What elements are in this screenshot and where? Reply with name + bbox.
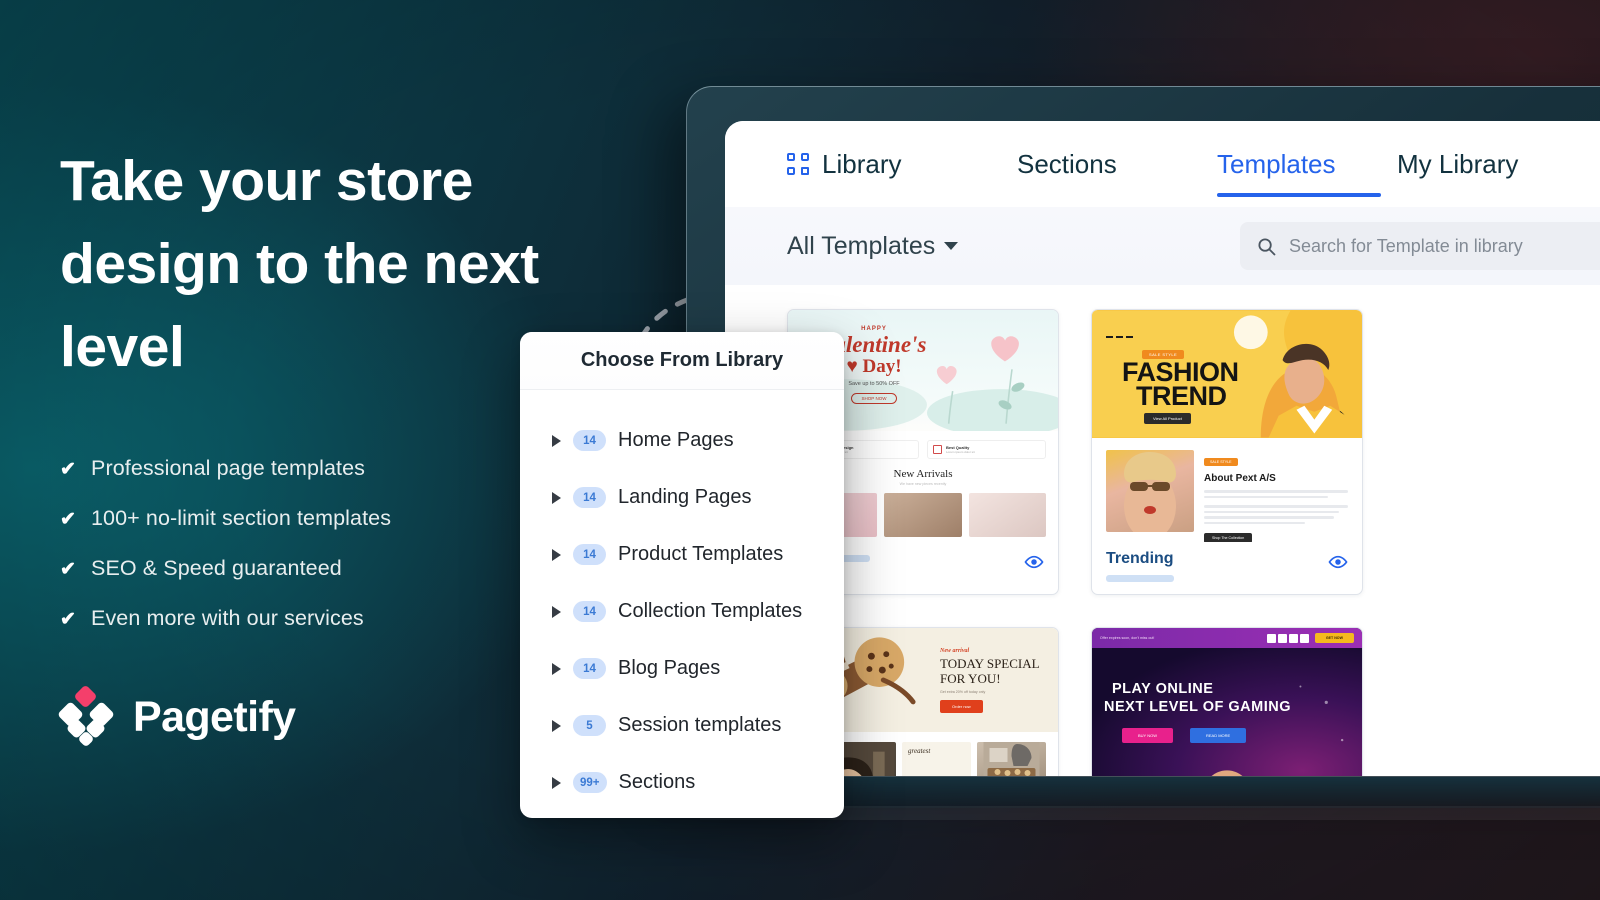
pagetify-logo-icon: [57, 684, 115, 748]
chevron-right-icon: [552, 605, 561, 618]
popup-category-item[interactable]: 14 Product Templates: [552, 526, 844, 583]
tab-sections[interactable]: Sections: [1017, 149, 1217, 180]
count-badge: 99+: [573, 772, 607, 793]
app-toolbar: All Templates: [725, 207, 1600, 285]
template-title: Trending: [1106, 550, 1174, 567]
popup-category-item[interactable]: 14 Collection Templates: [552, 583, 844, 640]
grid-icon: [787, 153, 809, 175]
tab-label: Library: [822, 148, 902, 179]
feature-list: ✔ Professional page templates ✔ 100+ no-lim…: [60, 455, 580, 633]
popup-category-label: Blog Pages: [618, 657, 721, 679]
popup-category-item[interactable]: 99+ Sections: [552, 754, 844, 811]
chevron-right-icon: [552, 434, 561, 447]
count-badge: 5: [573, 715, 606, 736]
popup-category-label: Collection Templates: [618, 600, 803, 622]
feature-item: ✔ 100+ no-limit section templates: [60, 505, 580, 533]
tab-label: Templates: [1217, 148, 1336, 179]
feature-item: ✔ SEO & Speed guaranteed: [60, 555, 580, 583]
page-title: Take your store design to the next level: [60, 149, 539, 379]
template-thumbnail[interactable]: Offer expires soon, don't miss out! GET N…: [1092, 628, 1362, 776]
thumb-fashion: SALE STYLE FASHION TREND View All Product SA…: [1092, 310, 1362, 542]
popup-category-item[interactable]: 14 Blog Pages: [552, 640, 844, 697]
popup-category-label: Sections: [618, 771, 696, 793]
popup-category-item[interactable]: 14 Home Pages: [552, 412, 844, 469]
check-icon: ✔: [60, 559, 77, 580]
check-icon: ✔: [60, 459, 77, 480]
chevron-right-icon: [552, 719, 561, 732]
feature-item: ✔ Professional page templates: [60, 455, 580, 483]
choose-from-library-popup: Choose From Library 14 Home Pages 14 Landin…: [520, 332, 844, 818]
chevron-down-icon: [944, 242, 959, 250]
tab-library[interactable]: Library: [787, 149, 1017, 180]
app-navbar: Library Sections Templates My Library: [725, 121, 1600, 207]
popup-category-label: Home Pages: [618, 429, 734, 451]
tab-my-library[interactable]: My Library: [1397, 149, 1518, 180]
feature-label: SEO & Speed guaranteed: [91, 556, 342, 580]
template-grid: HAPPY Valentine's ♥ Day! Save up to 50% OFF…: [725, 285, 1600, 776]
popup-category-label: Landing Pages: [618, 486, 752, 508]
template-card[interactable]: SALE STYLE FASHION TREND View All Product SA…: [1091, 309, 1363, 595]
chevron-right-icon: [552, 776, 561, 789]
feature-label: Professional page templates: [91, 456, 366, 480]
filter-label: All Templates: [787, 231, 936, 260]
count-badge: 14: [573, 544, 606, 565]
search-box[interactable]: [1240, 222, 1600, 270]
count-badge: 14: [573, 658, 606, 679]
popup-category-label: Product Templates: [618, 543, 784, 565]
feature-item: ✔ Even more with our services: [60, 605, 580, 633]
eye-icon[interactable]: [1024, 552, 1044, 572]
brand-logo: Pagetify: [57, 684, 296, 748]
thumb-gaming: Offer expires soon, don't miss out! GET N…: [1092, 628, 1362, 776]
brand-name: Pagetify: [133, 692, 296, 741]
template-subtitle-placeholder: [1106, 575, 1174, 582]
search-input[interactable]: [1289, 235, 1600, 257]
popup-category-list: 14 Home Pages 14 Landing Pages 14 Product Tem…: [520, 390, 844, 811]
check-icon: ✔: [60, 609, 77, 630]
check-icon: ✔: [60, 509, 77, 530]
tab-label: Sections: [1017, 148, 1117, 179]
feature-label: 100+ no-limit section templates: [91, 506, 392, 530]
chevron-right-icon: [552, 491, 561, 504]
template-card[interactable]: Offer expires soon, don't miss out! GET N…: [1091, 627, 1363, 776]
count-badge: 14: [573, 487, 606, 508]
template-card-footer: Trending: [1092, 542, 1362, 594]
popup-title: Choose From Library: [520, 332, 844, 390]
template-filter-dropdown[interactable]: All Templates: [787, 231, 959, 261]
chevron-right-icon: [552, 662, 561, 675]
popup-category-item[interactable]: 14 Landing Pages: [552, 469, 844, 526]
count-badge: 14: [573, 601, 606, 622]
hero-section: Take your store design to the next level…: [60, 140, 580, 655]
eye-icon[interactable]: [1328, 552, 1348, 572]
chevron-right-icon: [552, 548, 561, 561]
tab-templates[interactable]: Templates: [1217, 148, 1397, 197]
app-screen: Library Sections Templates My Library All T…: [725, 121, 1600, 776]
feature-label: Even more with our services: [91, 606, 364, 630]
search-icon: [1258, 237, 1276, 255]
count-badge: 14: [573, 430, 606, 451]
popup-category-item[interactable]: 5 Session templates: [552, 697, 844, 754]
template-thumbnail[interactable]: SALE STYLE FASHION TREND View All Product SA…: [1092, 310, 1362, 542]
tab-label: My Library: [1397, 148, 1519, 179]
popup-category-label: Session templates: [618, 714, 782, 736]
